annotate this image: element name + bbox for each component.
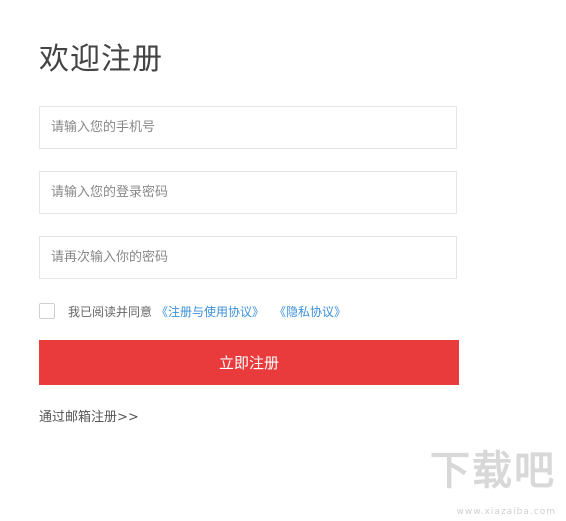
register-button[interactable]: 立即注册 bbox=[39, 340, 459, 385]
watermark-logo: 下载吧 www.xiazaiba.com bbox=[422, 445, 558, 517]
confirm-password-input[interactable] bbox=[40, 237, 456, 278]
register-page: 欢迎注册 我已阅读并同意 《注册与使用协议》 《隐私协议》 立即注册 通过邮箱注… bbox=[0, 0, 566, 521]
password-input[interactable] bbox=[40, 172, 456, 213]
email-register-link[interactable]: 通过邮箱注册>> bbox=[39, 406, 139, 425]
privacy-link[interactable]: 《隐私协议》 bbox=[274, 303, 346, 320]
agreement-checkbox[interactable] bbox=[39, 303, 55, 319]
agreement-text: 我已阅读并同意 bbox=[68, 304, 153, 319]
phone-field bbox=[39, 106, 457, 149]
watermark-logo-text: 下载吧 bbox=[430, 448, 556, 494]
agreement-row: 我已阅读并同意 《注册与使用协议》 《隐私协议》 bbox=[39, 301, 346, 321]
password-field bbox=[39, 171, 457, 214]
phone-input[interactable] bbox=[40, 107, 456, 148]
terms-link[interactable]: 《注册与使用协议》 bbox=[156, 303, 264, 320]
confirm-password-field bbox=[39, 236, 457, 279]
watermark-site-text: www.xiazaiba.com bbox=[456, 507, 556, 517]
page-title: 欢迎注册 bbox=[39, 42, 163, 77]
